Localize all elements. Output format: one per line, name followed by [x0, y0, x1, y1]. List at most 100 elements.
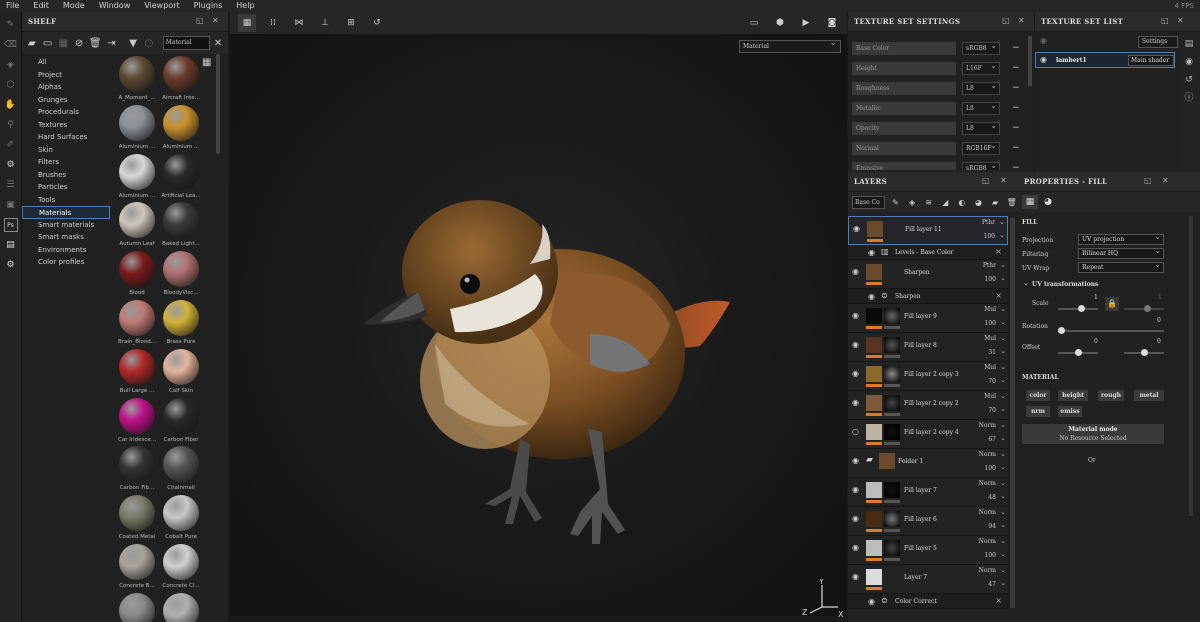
layer-effect-row[interactable]: ◉ ▥ Levels - Base Color × — [848, 245, 1008, 260]
chevron-down-icon[interactable]: ⌄ — [1000, 566, 1006, 574]
material-tab-icon[interactable]: ◕ — [1040, 195, 1056, 209]
add-generator-icon[interactable]: ◕ — [972, 196, 985, 209]
frame-icon[interactable]: ⊞ — [342, 14, 360, 32]
scale-v-slider[interactable] — [1124, 305, 1164, 312]
menu-item[interactable]: Edit — [27, 0, 57, 12]
material-thumbnail[interactable]: Car Iridesce... — [115, 396, 159, 445]
chevron-down-icon[interactable]: ⌄ — [1000, 347, 1006, 355]
symmetry-icon[interactable]: ⋈ — [290, 14, 308, 32]
shelf-scrollbar[interactable] — [216, 54, 220, 154]
eye-icon[interactable]: ◉ — [852, 268, 862, 276]
folder-icon[interactable]: ▰ — [26, 36, 38, 50]
fill-properties-tab-icon[interactable]: ▦ — [1022, 195, 1038, 209]
close-icon[interactable]: ✕ — [1177, 16, 1184, 25]
blend-mode[interactable]: Mul — [984, 306, 996, 313]
channel-format-select[interactable]: L8 — [962, 100, 1000, 115]
paint-brush-icon[interactable]: ✎ — [4, 18, 18, 32]
camera-mode-icon[interactable]: ⬢ — [771, 14, 789, 32]
document-icon[interactable]: ▤ — [4, 238, 18, 252]
layer-row[interactable]: ◉ Fill layer 8 Mul ⌄ 31 ⌄ — [848, 333, 1008, 362]
delete-layer-icon[interactable]: 🗑 — [1005, 196, 1018, 209]
material-thumbnail[interactable]: Carbon Fiber — [159, 396, 203, 445]
layer-opacity[interactable]: 100 — [985, 276, 996, 283]
layer-opacity[interactable]: 67 — [988, 436, 996, 443]
add-fill-layer-icon[interactable]: ◢ — [939, 196, 952, 209]
add-mask-icon[interactable]: ◐ — [956, 196, 969, 209]
eye-icon[interactable]: ◉ — [1040, 55, 1047, 64]
chevron-down-icon[interactable]: ⌄ — [1000, 492, 1006, 500]
layer-row[interactable]: ◉ Fill layer 2 copy 2 Mul ⌄ 70 ⌄ — [848, 391, 1008, 420]
chevron-down-icon[interactable]: ⌄ — [1000, 318, 1006, 326]
float-icon[interactable]: ◱ — [1002, 16, 1010, 25]
texture-set-settings-select[interactable]: Settings — [1138, 36, 1178, 48]
chevron-down-icon[interactable]: ⌄ — [1000, 334, 1006, 342]
scale-u-slider[interactable] — [1058, 305, 1098, 312]
mask-thumbnail[interactable] — [884, 540, 900, 556]
info-icon[interactable]: ⓘ — [1183, 92, 1195, 104]
eye-icon[interactable]: ◉ — [852, 370, 862, 378]
color-picker-icon[interactable]: ✐ — [4, 138, 18, 152]
projection-select[interactable]: UV projection — [1078, 232, 1164, 245]
close-icon[interactable]: ✕ — [1000, 176, 1007, 185]
photoshop-export-icon[interactable]: Ps — [3, 218, 18, 232]
grid-view-icon[interactable]: ▦ — [202, 58, 212, 68]
offset-v-slider[interactable] — [1124, 349, 1164, 356]
chevron-down-icon[interactable]: ⌄ — [999, 231, 1005, 239]
layer-effect-row[interactable]: ◉ ⊜ Color Correct × — [848, 594, 1008, 609]
chevron-down-icon[interactable]: ⌄ — [1000, 463, 1006, 471]
texture-set-item[interactable]: ◉ lambert1 Main shader — [1035, 52, 1175, 68]
mask-thumbnail[interactable] — [884, 511, 900, 527]
clone-icon[interactable]: ⚲ — [4, 118, 18, 132]
remove-channel-icon[interactable]: − — [1012, 62, 1020, 74]
viewport[interactable]: ▦ ⁞⁞ ⋈ ⊥ ⊞ ↺ ▭ ⬢ ▶ ◙ Y X Z Material ⌄ — [230, 12, 847, 619]
blend-mode[interactable]: Mul — [984, 364, 996, 371]
blend-mode[interactable]: Norm — [979, 451, 996, 458]
eraser-icon[interactable]: ⌫ — [4, 38, 18, 52]
shader-select[interactable]: Main shader — [1128, 55, 1174, 66]
eye-icon[interactable]: ◉ — [853, 225, 863, 233]
projection-icon[interactable]: ◈ — [4, 58, 18, 72]
remove-channel-icon[interactable]: − — [1012, 122, 1020, 134]
filter-icon[interactable]: ▼ — [127, 36, 139, 50]
channel-scrollbar[interactable] — [1028, 36, 1032, 86]
shelf-category-item[interactable]: Smart masks — [22, 231, 110, 244]
material-thumbnail[interactable]: Aluminium ... — [159, 103, 203, 152]
material-thumbnail[interactable]: Bull Large ... — [115, 347, 159, 396]
rotation-slider[interactable] — [1058, 327, 1164, 334]
material-thumbnail[interactable]: Blood — [115, 249, 159, 298]
shelf-category-item[interactable]: Smart materials — [22, 219, 110, 232]
new-folder-icon[interactable]: ▭ — [42, 36, 54, 50]
chevron-down-icon[interactable]: ⌄ — [1000, 537, 1006, 545]
float-icon[interactable]: ◱ — [1161, 16, 1169, 25]
layer-row[interactable]: ◉ Fill layer 5 Norm ⌄ 100 ⌄ — [848, 536, 1008, 565]
remove-effect-icon[interactable]: × — [995, 596, 1002, 605]
eye-icon[interactable]: ◉ — [852, 515, 862, 523]
channel-format-select[interactable]: L8 — [962, 80, 1000, 95]
layer-row[interactable]: ◉ Fill layer 2 copy 3 Mul ⌄ 70 ⌄ — [848, 362, 1008, 391]
properties-scrollbar[interactable] — [1189, 216, 1193, 516]
chevron-down-icon[interactable]: ⌄ — [1000, 434, 1006, 442]
close-icon[interactable]: ✕ — [1162, 176, 1169, 185]
close-icon[interactable]: ✕ — [212, 16, 219, 25]
material-channel-chip[interactable]: nrm — [1026, 406, 1050, 417]
layer-row[interactable]: ◉ Fill layer 6 Norm ⌄ 94 ⌄ — [848, 507, 1008, 536]
mask-thumbnail[interactable] — [884, 424, 900, 440]
eye-icon[interactable]: ◉ — [868, 597, 875, 606]
material-thumbnail[interactable]: Aluminium ... — [115, 103, 159, 152]
layer-opacity[interactable]: 100 — [985, 320, 996, 327]
material-thumbnail[interactable]: Coated Metal — [115, 493, 159, 542]
shelf-category-item[interactable]: Textures — [22, 119, 110, 132]
shelf-category-item[interactable]: Particles — [22, 181, 110, 194]
material-thumbnail[interactable]: Cobalt Pure — [159, 493, 203, 542]
layer-opacity[interactable]: 31 — [988, 349, 996, 356]
channel-format-select[interactable]: RGB16F — [962, 140, 1000, 155]
screenshot-icon[interactable]: ◙ — [823, 14, 841, 32]
eye-icon[interactable]: ◉ — [852, 399, 862, 407]
layer-opacity[interactable]: 47 — [988, 581, 996, 588]
material-thumbnail[interactable]: Concrete Cl... — [159, 542, 203, 591]
channel-select[interactable]: Base Co — [852, 195, 886, 209]
material-thumbnail[interactable] — [115, 591, 159, 622]
material-thumbnail[interactable]: Artificial Lea... — [159, 152, 203, 201]
chevron-down-icon[interactable]: ⌄ — [1000, 550, 1006, 558]
layer-opacity[interactable]: 94 — [988, 523, 996, 530]
